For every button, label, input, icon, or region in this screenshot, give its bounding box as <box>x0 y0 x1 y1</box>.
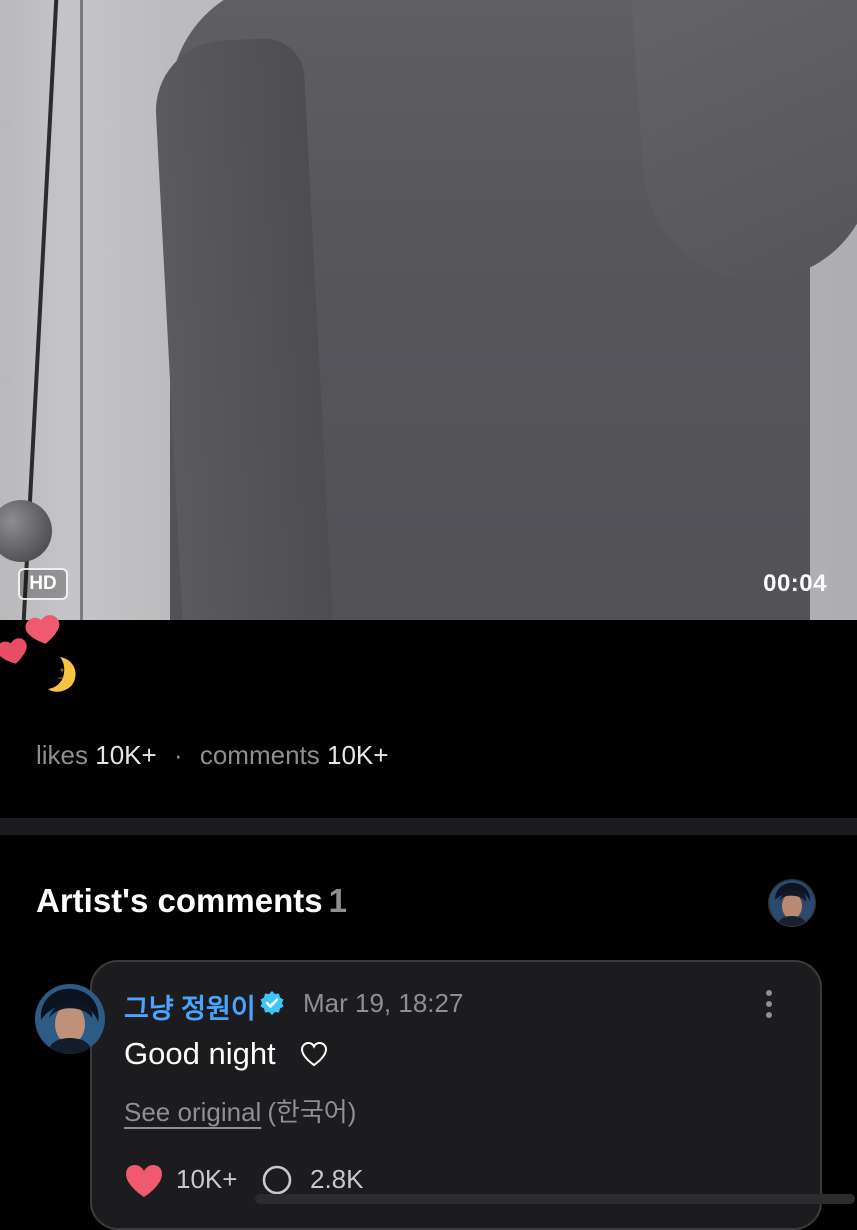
translation-row: See original (한국어) <box>124 1092 356 1129</box>
hd-badge[interactable]: HD <box>18 568 68 600</box>
door-knob <box>0 500 52 562</box>
likes-count[interactable]: 10K+ <box>95 740 156 770</box>
video-duration: 00:04 <box>763 570 827 597</box>
like-heart-icon[interactable] <box>124 1163 164 1199</box>
crescent-moon-icon <box>48 657 76 692</box>
door-edge <box>80 0 83 620</box>
reply-bubble-icon[interactable] <box>260 1164 294 1198</box>
comment-text: Good night <box>124 1036 276 1071</box>
section-divider <box>0 818 857 835</box>
comment-input-bar[interactable] <box>255 1194 855 1204</box>
comments-label: comments <box>199 740 320 770</box>
comment-like-count: 10K+ <box>176 1164 238 1194</box>
comment-author-avatar[interactable] <box>35 984 105 1054</box>
comment-reply-count: 2.8K <box>310 1164 364 1194</box>
comments-count[interactable]: 10K+ <box>327 740 388 770</box>
white-heart-icon <box>300 1041 328 1067</box>
likes-label: likes <box>36 740 89 770</box>
more-options-icon[interactable] <box>758 988 780 1020</box>
verified-badge-icon <box>260 991 284 1015</box>
artist-comments-count: 1 <box>328 882 347 919</box>
video-subject-sleeve <box>152 36 334 620</box>
stats-separator: · <box>173 740 183 770</box>
heart-icon <box>25 615 60 644</box>
post-emoji-icons <box>0 615 76 692</box>
video-player[interactable]: HD 00:04 <box>0 0 857 620</box>
artist-avatar[interactable] <box>768 879 816 927</box>
artist-comments-label: Artist's comments <box>36 882 323 919</box>
heart-icon <box>0 638 27 664</box>
post-stats: likes 10K+ · comments 10K+ <box>36 740 388 771</box>
comment-date: Mar 19, 18:27 <box>303 988 464 1018</box>
comment-author-name[interactable]: 그냥 정원이 <box>124 987 256 1026</box>
artist-comments-title: Artist's comments 1 <box>36 882 347 920</box>
original-language: (한국어) <box>267 1097 357 1127</box>
see-original-link[interactable]: See original <box>124 1097 261 1127</box>
